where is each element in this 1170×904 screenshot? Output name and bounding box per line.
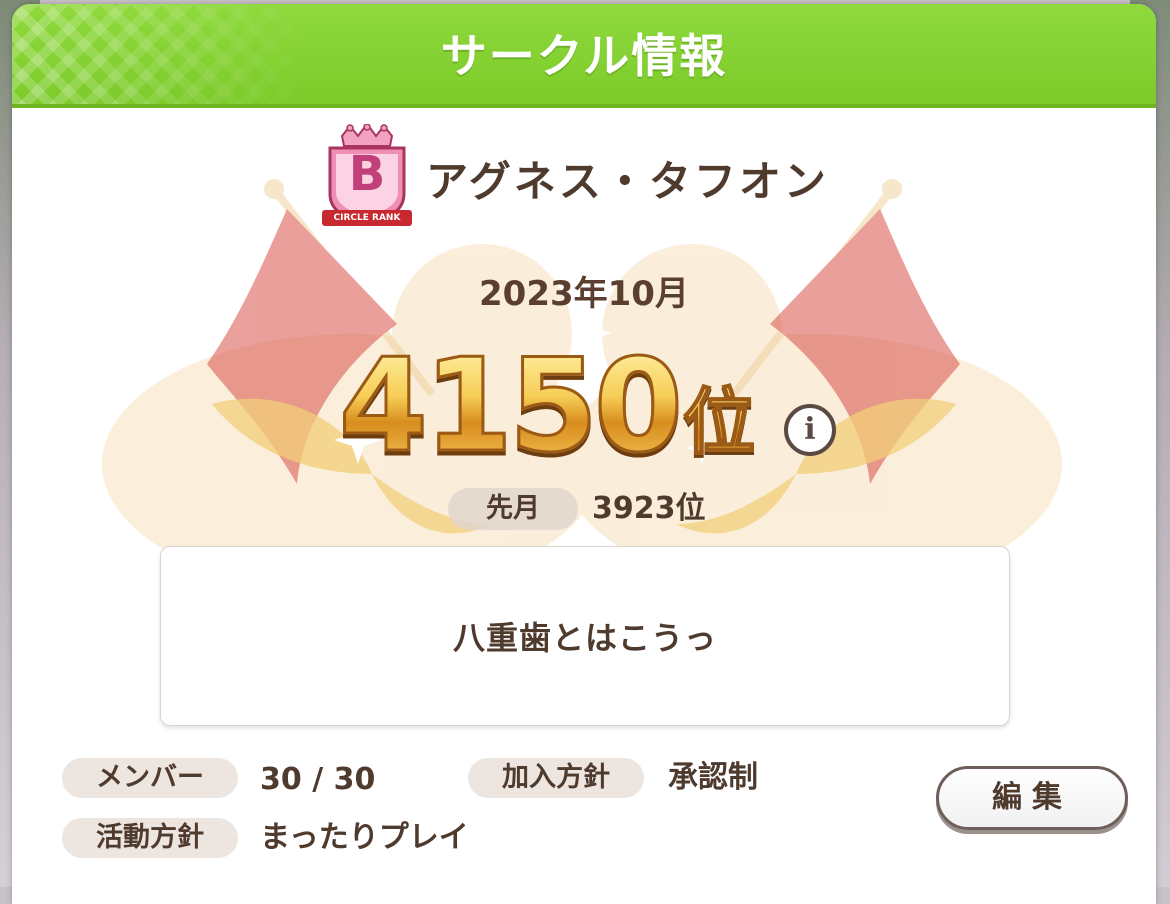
members-label: メンバー [62, 758, 238, 798]
join-policy-label: 加入方針 [468, 758, 644, 798]
last-month-rank: 3923位 [592, 491, 706, 526]
members-value: 30 / 30 [260, 762, 376, 797]
last-month-label: 先月 [448, 488, 578, 530]
rank-badge-caption: CIRCLE RANK [333, 213, 401, 223]
circle-comment-box: 八重歯とはこうっ [160, 546, 1010, 726]
activity-policy-label: 活動方針 [62, 818, 238, 858]
current-rank-unit: 位 [682, 372, 756, 472]
circle-comment: 八重歯とはこうっ [452, 619, 717, 657]
current-rank-number: 4150 [337, 332, 684, 481]
ranking-info-button[interactable]: i [784, 404, 836, 456]
current-rank: 4150 位 [312, 322, 782, 481]
rank-badge-letter: B [348, 146, 386, 202]
ranking-month: 2023年10月 [479, 274, 689, 314]
circle-info-panel: サークル情報 B CIRCLE RANK アグネス・タフオン 2023年10月 … [12, 4, 1156, 904]
join-policy-value: 承認制 [668, 760, 758, 795]
circle-name: アグネス・タフオン [426, 157, 829, 206]
edit-button[interactable]: 編集 [936, 766, 1128, 830]
activity-policy-value: まったりプレイ [260, 820, 469, 855]
